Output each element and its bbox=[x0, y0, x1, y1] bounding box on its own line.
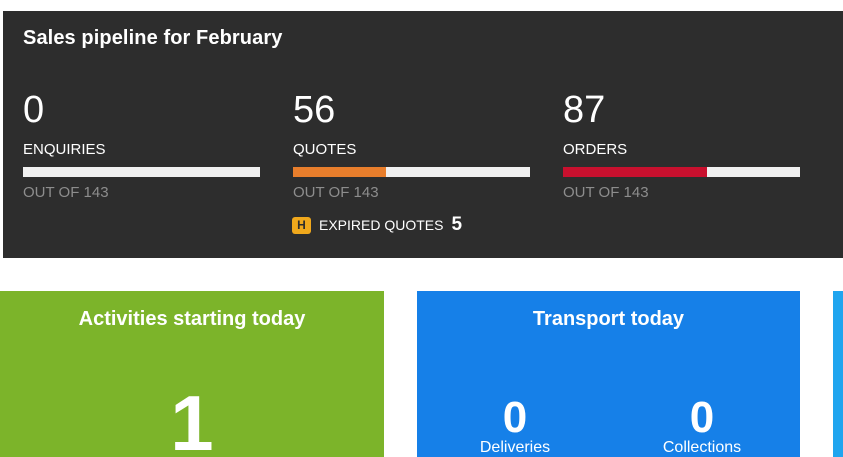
enquiries-out-of: OUT OF 143 bbox=[23, 184, 109, 201]
expired-quotes-count: 5 bbox=[451, 214, 463, 235]
metric-enquiries[interactable]: 0 ENQUIRIES OUT OF 143 bbox=[23, 89, 260, 201]
collections-label: Collections bbox=[662, 439, 742, 456]
deliveries-count: 0 bbox=[502, 393, 528, 442]
orders-out-of: OUT OF 143 bbox=[563, 184, 649, 201]
quotes-count: 56 bbox=[293, 89, 336, 131]
transport-title: Transport today bbox=[532, 308, 685, 330]
metric-orders[interactable]: 87 ORDERS OUT OF 143 bbox=[563, 89, 800, 201]
activities-tile[interactable]: Activities starting today 1 bbox=[0, 291, 384, 457]
orders-count: 87 bbox=[563, 89, 606, 131]
expired-quotes-label: EXPIRED QUOTES bbox=[319, 217, 444, 233]
metric-quotes[interactable]: 56 QUOTES OUT OF 143 bbox=[293, 89, 530, 201]
quotes-progress-fill bbox=[293, 167, 386, 177]
enquiries-label: ENQUIRIES bbox=[23, 141, 106, 158]
expired-quotes-link[interactable]: H EXPIRED QUOTES 5 bbox=[292, 214, 462, 236]
enquiries-count: 0 bbox=[23, 89, 45, 131]
quotes-label: QUOTES bbox=[293, 141, 357, 158]
activities-count: 1 bbox=[170, 379, 214, 457]
deliveries-label: Deliveries bbox=[479, 439, 551, 456]
deliveries-stat[interactable]: 0 Deliveries bbox=[420, 395, 610, 457]
orders-label: ORDERS bbox=[563, 141, 628, 158]
transport-tile[interactable]: Transport today 0 Deliveries 0 Collectio… bbox=[417, 291, 800, 457]
sales-pipeline-panel: Sales pipeline for February 0 ENQUIRIES … bbox=[3, 11, 843, 258]
hourglass-badge-icon: H bbox=[292, 216, 311, 234]
enquiries-progress-bar bbox=[23, 167, 260, 177]
collections-stat[interactable]: 0 Collections bbox=[607, 395, 797, 457]
next-tile-edge[interactable] bbox=[833, 291, 843, 457]
activities-title: Activities starting today bbox=[78, 308, 306, 330]
quotes-out-of: OUT OF 143 bbox=[293, 184, 379, 201]
collections-count: 0 bbox=[689, 393, 715, 442]
orders-progress-bar bbox=[563, 167, 800, 177]
quotes-progress-bar bbox=[293, 167, 530, 177]
pipeline-title: Sales pipeline for February bbox=[23, 27, 283, 49]
orders-progress-fill bbox=[563, 167, 708, 177]
